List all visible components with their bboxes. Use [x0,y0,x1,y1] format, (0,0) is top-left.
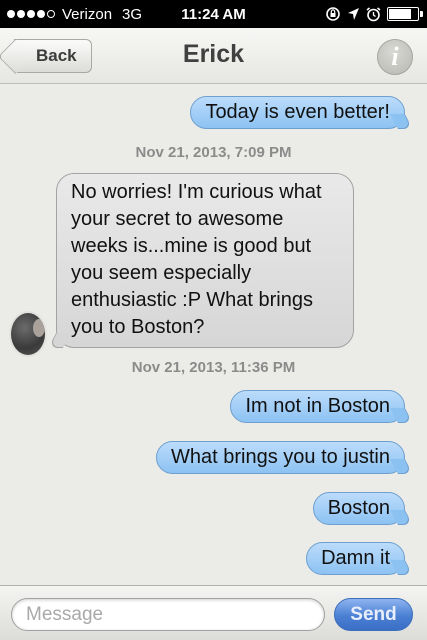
send-button[interactable]: Send [334,598,413,631]
sent-message-bubble[interactable]: Today is even better! [190,96,405,129]
message-line: weeks is...mine is good but [71,235,312,257]
message-line: you to Boston? [71,316,205,338]
status-bar: Verizon 3G 11:24 AM [0,0,427,28]
message-line: you seem especially [71,262,252,284]
battery-level-fill [389,9,412,19]
received-message-bubble[interactable]: No worries! I'm curious what your secret… [56,173,354,348]
send-button-label: Send [350,603,397,625]
message-line: enthusiastic :P What brings [71,289,313,311]
contact-avatar[interactable] [9,311,47,357]
location-icon [348,8,359,20]
compose-bar: Send [0,585,427,640]
message-text: Damn it [321,547,390,569]
alarm-icon [366,6,381,21]
sent-message-bubble[interactable]: Boston [312,492,405,525]
message-text: What brings you to justin [171,446,390,468]
message-timestamp: Nov 21, 2013, 11:36 PM [131,359,296,376]
sent-message-bubble[interactable]: Damn it [306,542,405,575]
info-icon: i [391,42,399,71]
battery-icon [387,7,423,21]
message-line: your secret to awesome [71,208,284,230]
message-text: Boston [327,497,390,519]
message-line: No worries! I'm curious what [71,181,322,203]
sent-message-bubble[interactable]: What brings you to justin [156,441,405,474]
message-text: Im not in Boston [245,395,390,417]
message-timestamp: Nov 21, 2013, 7:09 PM [135,144,292,161]
info-button[interactable]: i [377,39,413,75]
sent-message-bubble[interactable]: Im not in Boston [230,390,405,423]
contact-name-title: Erick [182,40,245,68]
navigation-bar: Back Erick i [0,28,427,84]
message-input[interactable] [11,598,325,631]
rotation-lock-icon [326,7,340,21]
message-text: Today is even better! [205,101,390,123]
message-thread[interactable]: Today is even better! Nov 21, 2013, 7:09… [0,85,427,585]
